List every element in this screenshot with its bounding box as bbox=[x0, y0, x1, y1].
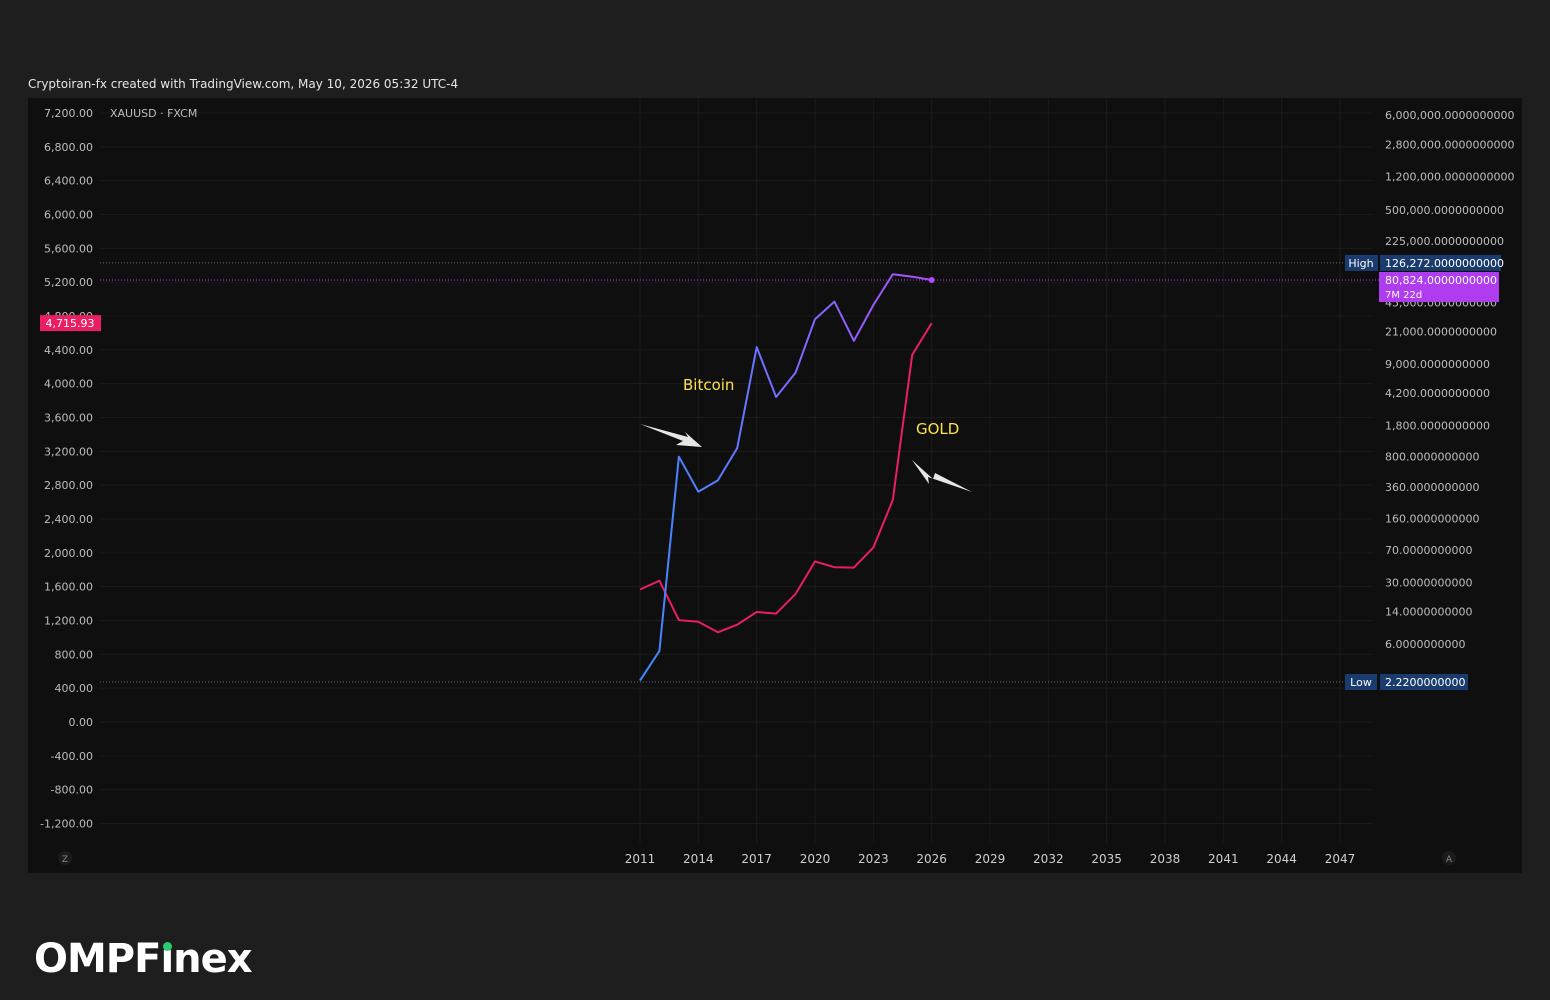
right-tick-label: 1,200,000.0000000000 bbox=[1385, 171, 1514, 184]
right-tick-label: 160.0000000000 bbox=[1385, 512, 1479, 525]
right-tick-label: 225,000.0000000000 bbox=[1385, 235, 1504, 248]
chart-caption: Cryptoiran-fx created with TradingView.c… bbox=[28, 77, 459, 91]
left-tick-label: 1,600.00 bbox=[44, 581, 93, 594]
gold-arrow-icon bbox=[912, 460, 972, 492]
low-value-label: 2.2200000000 bbox=[1385, 676, 1465, 689]
left-tick-label: 5,600.00 bbox=[44, 242, 93, 255]
symbol-label: XAUUSD · FXCM bbox=[110, 107, 197, 120]
left-tick-label: 2,800.00 bbox=[44, 479, 93, 492]
left-tick-label: 1,200.00 bbox=[44, 615, 93, 628]
left-tick-label: 2,000.00 bbox=[44, 547, 93, 560]
left-tick-label: -800.00 bbox=[51, 784, 93, 797]
left-tick-label: 4,400.00 bbox=[44, 344, 93, 357]
right-tick-label: 6,000,000.0000000000 bbox=[1385, 109, 1514, 122]
right-tick-label: 6.0000000000 bbox=[1385, 638, 1465, 651]
left-last-price-label: 4,715.93 bbox=[46, 317, 95, 330]
left-tick-label: 0.00 bbox=[69, 716, 94, 729]
brand-logo: OMPFı nex bbox=[34, 936, 253, 982]
right-tick-label: 14.0000000000 bbox=[1385, 606, 1472, 619]
right-last-price-label: 80,824.0000000000 bbox=[1385, 274, 1497, 287]
x-tick-label: 2017 bbox=[741, 852, 772, 866]
x-tick-label: 2035 bbox=[1091, 852, 1122, 866]
left-tick-label: 5,200.00 bbox=[44, 276, 93, 289]
x-tick-label: 2032 bbox=[1033, 852, 1064, 866]
left-tick-label: -400.00 bbox=[51, 750, 93, 763]
left-tick-label: 400.00 bbox=[55, 682, 94, 695]
right-tick-label: 2,800,000.0000000000 bbox=[1385, 138, 1514, 151]
brand-i-dot bbox=[162, 942, 172, 951]
right-tick-label: 21,000.0000000000 bbox=[1385, 326, 1497, 339]
x-tick-label: 2014 bbox=[683, 852, 714, 866]
x-tick-label: 2044 bbox=[1266, 852, 1297, 866]
right-tick-label: 9,000.0000000000 bbox=[1385, 358, 1490, 371]
right-tick-label: 800.0000000000 bbox=[1385, 451, 1479, 464]
high-value-label: 126,272.0000000000 bbox=[1385, 257, 1504, 270]
x-tick-label: 2038 bbox=[1150, 852, 1181, 866]
bitcoin-arrow-icon bbox=[640, 424, 702, 447]
left-tick-label: 2,400.00 bbox=[44, 513, 93, 526]
bitcoin-last-point bbox=[928, 277, 935, 283]
left-tick-label: 800.00 bbox=[55, 648, 94, 661]
price-chart[interactable]: 7,200.00 6,800.00 6,400.00 6,000.00 5,600.00… bbox=[28, 98, 1522, 873]
x-tick-label: 2047 bbox=[1325, 852, 1356, 866]
left-tick-label: 6,800.00 bbox=[44, 141, 93, 154]
gold-annotation: GOLD bbox=[916, 420, 959, 438]
right-tick-label: 30.0000000000 bbox=[1385, 576, 1472, 589]
right-tick-label: 4,200.0000000000 bbox=[1385, 387, 1490, 400]
right-tick-label: 1,800.0000000000 bbox=[1385, 420, 1490, 433]
x-tick-label: 2041 bbox=[1208, 852, 1239, 866]
left-tick-label: -1,200.00 bbox=[40, 818, 93, 831]
gold-series-line[interactable] bbox=[639, 322, 933, 634]
left-tick-label: 6,400.00 bbox=[44, 175, 93, 188]
left-tick-label: 4,000.00 bbox=[44, 378, 93, 391]
left-tick-label: 3,600.00 bbox=[44, 412, 93, 425]
low-badge-label: Low bbox=[1350, 676, 1372, 689]
x-tick-label: 2011 bbox=[625, 852, 656, 866]
left-tick-label: 3,200.00 bbox=[44, 445, 93, 458]
right-tick-label: 70.0000000000 bbox=[1385, 544, 1472, 557]
brand-text-left: OMPF bbox=[34, 936, 161, 982]
x-tick-label: 2023 bbox=[858, 852, 889, 866]
x-tick-label: 2026 bbox=[916, 852, 947, 866]
right-tick-label: 360.0000000000 bbox=[1385, 481, 1479, 494]
right-countdown-label: 7M 22d bbox=[1385, 290, 1422, 301]
chart-panel[interactable]: 7,200.00 6,800.00 6,400.00 6,000.00 5,600.00… bbox=[28, 98, 1522, 873]
brand-text-right: nex bbox=[173, 936, 252, 982]
right-tick-label: 500,000.0000000000 bbox=[1385, 204, 1504, 217]
x-tick-label: 2029 bbox=[975, 852, 1006, 866]
high-badge-label: High bbox=[1348, 257, 1373, 270]
left-tick-label: 7,200.00 bbox=[44, 107, 93, 120]
auto-scale-label: A bbox=[1446, 855, 1453, 865]
zoom-reset-label: Z bbox=[62, 855, 68, 865]
brand-text-i: ı bbox=[160, 936, 174, 982]
x-tick-label: 2020 bbox=[800, 852, 831, 866]
left-tick-label: 6,000.00 bbox=[44, 209, 93, 222]
bitcoin-annotation: Bitcoin bbox=[683, 376, 734, 394]
